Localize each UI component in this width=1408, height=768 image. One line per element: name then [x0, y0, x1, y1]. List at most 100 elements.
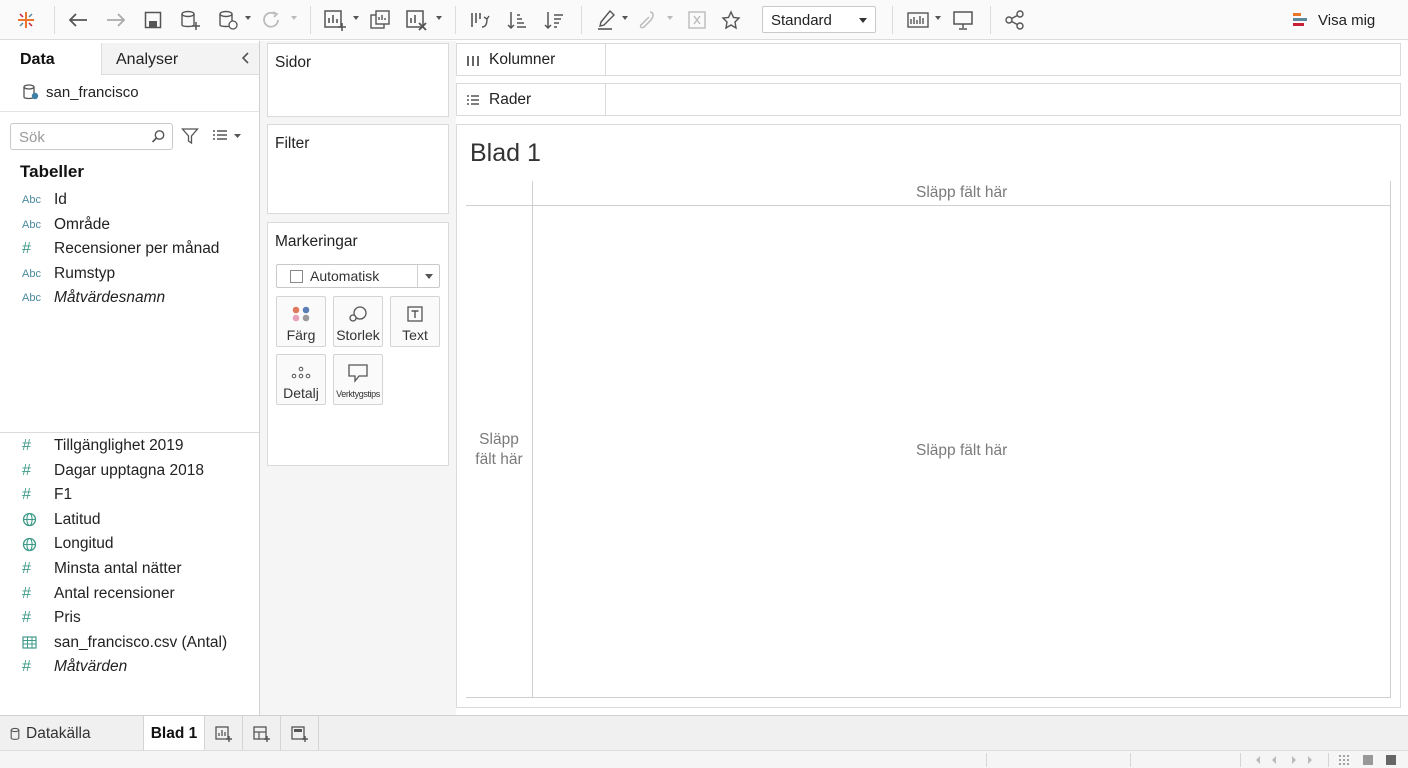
- size-button-label: Storlek: [336, 327, 380, 343]
- share-icon[interactable]: [1003, 8, 1027, 32]
- new-datasource-icon[interactable]: [178, 8, 202, 32]
- dimension-field[interactable]: # Recensioner per månad: [22, 238, 219, 260]
- tables-heading: Tabeller: [20, 162, 84, 181]
- sheet-title[interactable]: Blad 1: [470, 139, 541, 168]
- measure-field-label: F1: [54, 486, 73, 504]
- measure-field[interactable]: # Måtvärden: [22, 656, 127, 678]
- dimension-field-label: Rumstyp: [54, 264, 116, 282]
- filmstrip-view-icon[interactable]: [1338, 755, 1350, 765]
- measure-field[interactable]: san_francisco.csv (Antal): [22, 632, 227, 654]
- tab-datasource[interactable]: Datakälla: [0, 716, 144, 751]
- new-dashboard-icon: [252, 725, 270, 742]
- dimension-field[interactable]: Abc Område: [22, 214, 110, 236]
- tab-data[interactable]: Data: [0, 43, 100, 75]
- dimension-field[interactable]: Abc Måtvärdesnamn: [22, 287, 165, 309]
- tooltip-button[interactable]: Verktygstips: [333, 354, 383, 405]
- measure-field[interactable]: # F1: [22, 484, 72, 506]
- new-worksheet-icon: [214, 725, 232, 742]
- measure-field[interactable]: # Dagar upptagna 2018: [22, 460, 204, 482]
- swap-rows-columns-icon[interactable]: [467, 8, 491, 32]
- clear-sheet-icon[interactable]: [404, 8, 430, 32]
- show-mark-labels-icon[interactable]: [686, 8, 708, 32]
- datasource-tab-icon: [10, 727, 20, 740]
- measure-field[interactable]: # Pris: [22, 607, 81, 629]
- drop-zone-view[interactable]: Släpp fält här: [916, 442, 1007, 460]
- size-button[interactable]: Storlek: [333, 296, 383, 347]
- pages-card-title: Sidor: [275, 54, 312, 71]
- columns-label: Kolumner: [489, 50, 556, 68]
- tab-sheet-1[interactable]: Blad 1: [144, 716, 205, 751]
- sort-ascending-icon[interactable]: [505, 8, 529, 32]
- fix-axes-pin-icon[interactable]: [720, 8, 742, 32]
- measure-number-icon: #: [22, 240, 31, 258]
- redo-icon[interactable]: [104, 8, 128, 32]
- text-box-icon: [391, 305, 439, 323]
- highlight-icon[interactable]: [595, 8, 617, 32]
- color-button[interactable]: Färg: [276, 296, 326, 347]
- sheet-navigation-arrows-icon[interactable]: [1254, 755, 1318, 765]
- measure-field[interactable]: Longitud: [22, 533, 113, 555]
- rows-shelf[interactable]: Rader: [456, 83, 1401, 116]
- chevron-down-icon: [859, 18, 867, 23]
- sheet-sorter-view-icon[interactable]: [1362, 754, 1374, 766]
- dimension-string-icon: Abc: [22, 267, 41, 280]
- show-me-icon: [1293, 13, 1307, 26]
- detail-button[interactable]: Detalj: [276, 354, 326, 405]
- dimension-measure-divider: [0, 432, 259, 433]
- measure-field-label: Latitud: [54, 510, 101, 528]
- dimension-field[interactable]: Abc Id: [22, 189, 67, 211]
- dimension-field[interactable]: Abc Rumstyp: [22, 263, 115, 285]
- tableau-logo-icon[interactable]: [14, 8, 38, 32]
- datasource-item[interactable]: san_francisco: [22, 83, 139, 101]
- sort-descending-icon[interactable]: [542, 8, 566, 32]
- rows-label: Rader: [489, 90, 532, 108]
- pause-updates-icon[interactable]: [216, 8, 240, 32]
- measure-field[interactable]: Latitud: [22, 509, 101, 531]
- filter-fields-icon[interactable]: [181, 127, 199, 148]
- color-dots-icon: [277, 305, 325, 323]
- drop-zone-rows[interactable]: Släpp fält här: [467, 430, 531, 470]
- fit-dropdown[interactable]: Standard: [762, 6, 876, 33]
- refresh-icon[interactable]: [260, 8, 284, 32]
- new-dashboard-tab-button[interactable]: [243, 716, 281, 751]
- mark-type-dropdown[interactable]: Automatisk: [276, 264, 440, 288]
- undo-icon[interactable]: [66, 8, 90, 32]
- new-story-icon: [290, 725, 308, 742]
- tab-analytics[interactable]: Analyser: [101, 43, 259, 75]
- presentation-mode-icon[interactable]: [951, 8, 975, 32]
- field-search-input[interactable]: Sök: [10, 123, 173, 150]
- measure-number-icon: #: [22, 437, 31, 454]
- show-me-button[interactable]: Visa mig: [1292, 10, 1375, 30]
- tooltip-bubble-icon: [334, 363, 382, 383]
- duplicate-sheet-icon[interactable]: [368, 8, 392, 32]
- measure-field[interactable]: # Antal recensioner: [22, 583, 175, 605]
- tabs-view-icon[interactable]: [1385, 754, 1397, 766]
- cards-column: Sidor Filter Markeringar Automatisk Färg…: [260, 41, 456, 715]
- filters-card[interactable]: Filter: [267, 124, 449, 214]
- new-worksheet-icon[interactable]: [322, 8, 348, 32]
- new-story-tab-button[interactable]: [281, 716, 319, 751]
- columns-icon: [467, 55, 479, 66]
- show-cards-icon[interactable]: [905, 8, 931, 32]
- measure-field[interactable]: # Minsta antal nätter: [22, 558, 182, 580]
- measure-number-icon: #: [22, 461, 31, 479]
- sheet-tabs-bar: Datakälla Blad 1: [0, 715, 1408, 751]
- new-worksheet-tab-button[interactable]: [205, 716, 243, 751]
- filters-card-title: Filter: [275, 135, 310, 152]
- pages-card[interactable]: Sidor: [267, 43, 449, 117]
- search-icon: [151, 129, 166, 147]
- view-options-icon[interactable]: [212, 129, 246, 146]
- save-icon[interactable]: [141, 8, 165, 32]
- dimension-string-icon: Abc: [22, 194, 41, 206]
- marks-card-title: Markeringar: [275, 233, 358, 250]
- group-members-icon[interactable]: [637, 8, 659, 32]
- collapse-pane-icon[interactable]: [241, 51, 251, 68]
- text-button[interactable]: Text: [390, 296, 440, 347]
- measure-field[interactable]: # Tillgänglighet 2019: [22, 435, 184, 457]
- fit-dropdown-value: Standard: [771, 12, 832, 29]
- show-me-label: Visa mig: [1318, 11, 1376, 29]
- drop-zone-columns[interactable]: Släpp fält här: [916, 184, 1007, 202]
- columns-shelf[interactable]: Kolumner: [456, 43, 1401, 76]
- dimension-field-label: Recensioner per månad: [54, 240, 220, 258]
- measure-field-label: Måtvärden: [54, 658, 128, 676]
